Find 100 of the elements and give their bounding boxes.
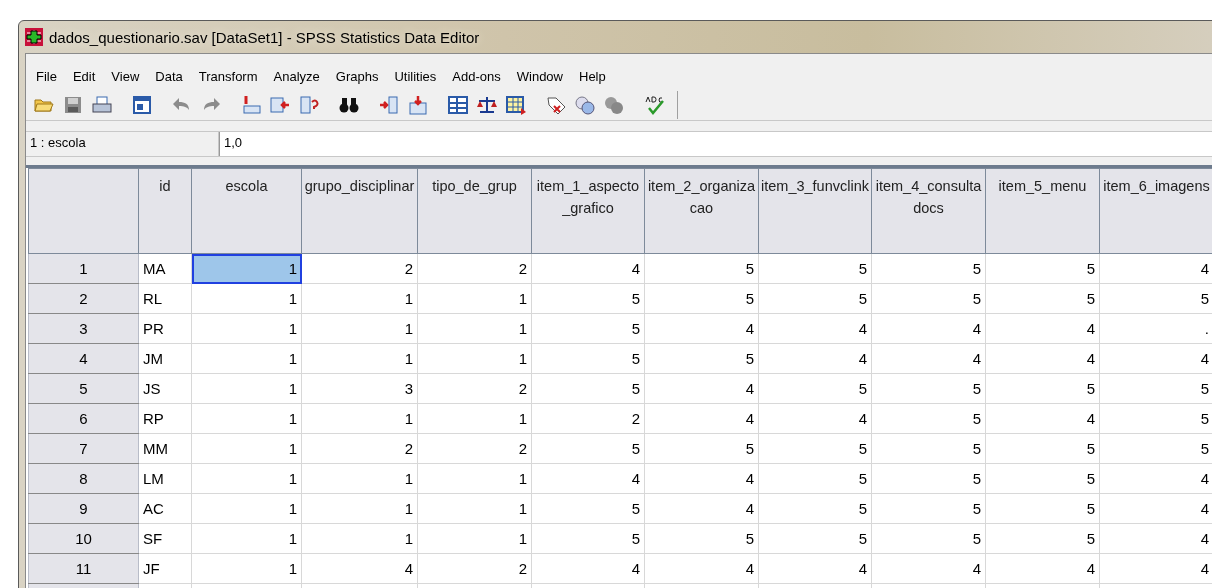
table-cell[interactable]: 5	[871, 523, 986, 554]
table-cell[interactable]: 5	[758, 433, 872, 464]
table-cell[interactable]: 4	[985, 553, 1100, 584]
circles-button[interactable]	[573, 93, 597, 117]
spell-check-button[interactable]	[642, 93, 666, 117]
table-cell[interactable]: 5	[758, 283, 872, 314]
menu-item[interactable]: View	[103, 66, 148, 86]
table-cell[interactable]: 1	[191, 433, 302, 464]
table-cell[interactable]: 5	[644, 433, 759, 464]
table-cell[interactable]: 5	[871, 253, 986, 284]
column-header[interactable]: item_5_menu	[985, 168, 1100, 254]
table-cell[interactable]: 5	[758, 253, 872, 284]
table-cell[interactable]: 4	[985, 403, 1100, 434]
table-cell[interactable]: 5	[644, 523, 759, 554]
table-cell[interactable]: 5	[871, 283, 986, 314]
table-cell[interactable]: 4	[644, 463, 759, 494]
table-cell[interactable]: PR	[138, 313, 192, 344]
table-cell[interactable]: 5	[871, 433, 986, 464]
table-cell[interactable]: 5	[871, 463, 986, 494]
table-cell[interactable]: 4	[644, 553, 759, 584]
table-cell[interactable]: 1	[191, 493, 302, 524]
table-cell[interactable]: 1	[417, 343, 532, 374]
table-cell[interactable]: 5	[985, 253, 1100, 284]
table-cell[interactable]: 5	[531, 343, 645, 374]
table-cell[interactable]: 4	[644, 313, 759, 344]
table-cell[interactable]: 1	[417, 463, 532, 494]
table-cell[interactable]: 5	[758, 523, 872, 554]
table-cell[interactable]: 4	[758, 403, 872, 434]
column-header[interactable]: escola	[191, 168, 302, 254]
table-cell[interactable]: 4	[871, 343, 986, 374]
table-cell[interactable]: 5	[531, 433, 645, 464]
row-header[interactable]: 2	[28, 283, 139, 314]
table-cell[interactable]: 4	[531, 253, 645, 284]
table-cell[interactable]: 1	[191, 313, 302, 344]
table-cell[interactable]: 1	[301, 343, 418, 374]
row-header[interactable]: 7	[28, 433, 139, 464]
table-cell[interactable]: 1	[191, 343, 302, 374]
table-cell[interactable]: 1	[191, 553, 302, 584]
row-header[interactable]: 4	[28, 343, 139, 374]
table-cell[interactable]: 5	[531, 373, 645, 404]
menu-item[interactable]: Transform	[190, 66, 266, 86]
column-header[interactable]: item_3_funvclink	[758, 168, 872, 254]
dialog-button[interactable]	[130, 93, 154, 117]
table-cell[interactable]: 4	[758, 343, 872, 374]
menu-item[interactable]: Add-ons	[444, 66, 509, 86]
table-cell[interactable]: 1	[191, 283, 302, 314]
row-header[interactable]: 5	[28, 373, 139, 404]
table-cell[interactable]: 2	[301, 253, 418, 284]
menu-item[interactable]: File	[28, 66, 65, 86]
menu-item[interactable]: Analyze	[265, 66, 328, 86]
table-cell[interactable]: RP	[138, 403, 192, 434]
table-cell[interactable]: 1	[191, 403, 302, 434]
table-cell[interactable]: 1	[301, 493, 418, 524]
table-cell[interactable]: JM	[138, 343, 192, 374]
table-cell[interactable]: AC	[138, 493, 192, 524]
table-cell[interactable]: LM	[138, 463, 192, 494]
select-cases-button[interactable]	[504, 93, 528, 117]
table-cell[interactable]: 1	[191, 373, 302, 404]
table-cell[interactable]: 5	[531, 523, 645, 554]
table-cell[interactable]: 2	[417, 373, 532, 404]
insert-variable-button[interactable]	[406, 93, 430, 117]
table-cell[interactable]: SF	[138, 523, 192, 554]
table-cell[interactable]: 4	[985, 313, 1100, 344]
insert-cases-button[interactable]	[377, 93, 401, 117]
menu-item[interactable]: Window	[508, 66, 571, 86]
table-cell[interactable]: 1	[417, 283, 532, 314]
row-header[interactable]: 9	[28, 493, 139, 524]
table-cell[interactable]: 5	[871, 373, 986, 404]
table-cell[interactable]: 4	[531, 463, 645, 494]
menu-item[interactable]: Data	[147, 66, 191, 86]
table-cell[interactable]: 1	[191, 463, 302, 494]
table-cell[interactable]: 1	[301, 523, 418, 554]
table-cell[interactable]: 4	[531, 553, 645, 584]
table-cell[interactable]: 5	[985, 463, 1100, 494]
table-cell[interactable]: 2	[531, 403, 645, 434]
table-cell[interactable]: 4	[644, 403, 759, 434]
table-cell[interactable]: 2	[417, 433, 532, 464]
table-cell[interactable]: 5	[985, 433, 1100, 464]
table-cell[interactable]: 1	[191, 523, 302, 554]
column-header[interactable]: tipo_de_grup	[417, 168, 532, 254]
table-cell[interactable]: 5	[758, 463, 872, 494]
table-cell[interactable]: 1	[191, 253, 302, 284]
table-cell[interactable]: 5	[531, 313, 645, 344]
table-cell[interactable]: 5	[531, 283, 645, 314]
menu-item[interactable]: Edit	[64, 66, 104, 86]
table-cell[interactable]: 1	[301, 403, 418, 434]
table-cell[interactable]: 4	[644, 373, 759, 404]
table-cell[interactable]: 5	[644, 283, 759, 314]
row-header[interactable]: 8	[28, 463, 139, 494]
table-cell[interactable]: 2	[417, 253, 532, 284]
menu-item[interactable]: Help	[571, 66, 614, 86]
table-cell[interactable]: 4	[871, 313, 986, 344]
row-header[interactable]: 3	[28, 313, 139, 344]
table-cell[interactable]: 5	[985, 523, 1100, 554]
table-cell[interactable]: 4	[871, 553, 986, 584]
table-cell[interactable]: 4	[758, 313, 872, 344]
column-header[interactable]: grupo_disciplinar	[301, 168, 418, 254]
row-header[interactable]: 10	[28, 523, 139, 554]
table-cell[interactable]: 1	[301, 313, 418, 344]
menu-item[interactable]: Graphs	[327, 66, 387, 86]
